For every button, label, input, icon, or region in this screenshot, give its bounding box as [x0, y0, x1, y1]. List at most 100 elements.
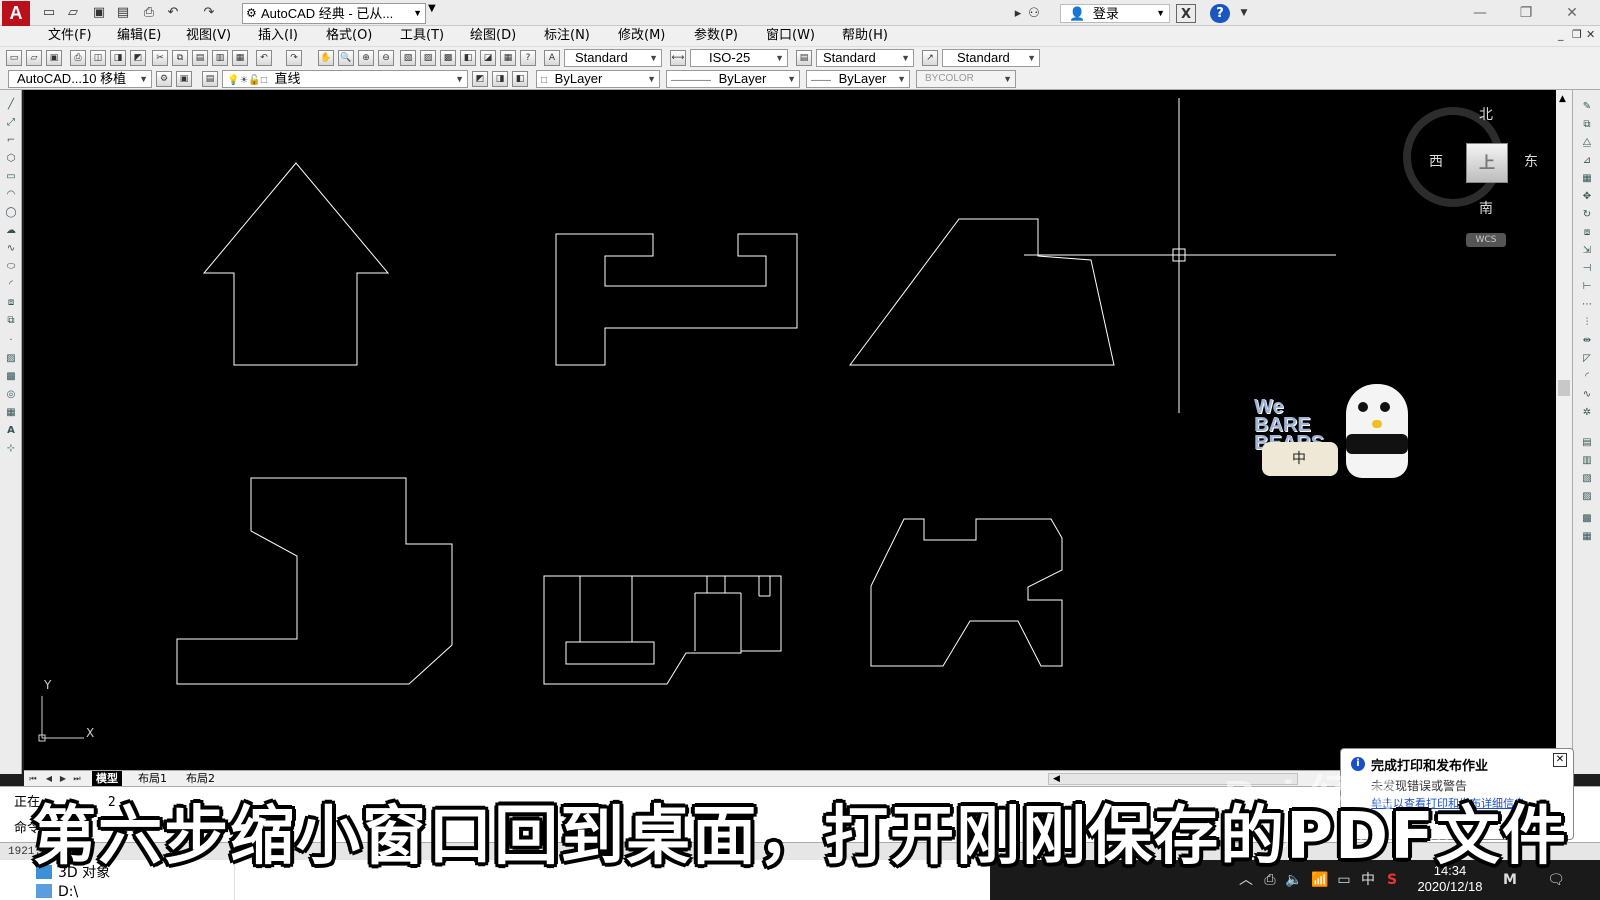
- maximize-button[interactable]: ❐: [1506, 2, 1546, 24]
- design-center-icon[interactable]: ▨: [420, 50, 436, 66]
- save-icon[interactable]: ▣: [90, 4, 108, 22]
- vertical-scrollbar[interactable]: ▲: [1556, 90, 1572, 770]
- help-icon[interactable]: ?: [520, 50, 536, 66]
- close-icon[interactable]: ✕: [1553, 753, 1567, 767]
- add-selected-icon[interactable]: ⊹: [3, 442, 19, 456]
- text-style-select[interactable]: Standard ▼: [564, 49, 662, 67]
- match-properties-icon[interactable]: ▥: [212, 50, 228, 66]
- color-select[interactable]: □ ByLayer ▼: [536, 70, 660, 88]
- zoom-previous-icon[interactable]: ⊖: [378, 50, 394, 66]
- polyline-icon[interactable]: ⌐: [3, 134, 19, 148]
- insert-block-icon[interactable]: ⧈: [3, 296, 19, 310]
- copy-icon[interactable]: ⧉: [172, 50, 188, 66]
- scroll-thumb[interactable]: [1558, 380, 1570, 396]
- zoom-realtime-icon[interactable]: 🔍: [338, 50, 354, 66]
- saveas-icon[interactable]: ▤: [114, 4, 132, 22]
- 3d-print-icon[interactable]: ◩: [130, 50, 146, 66]
- save-icon[interactable]: ▣: [46, 50, 62, 66]
- construction-line-icon[interactable]: ⤢: [3, 116, 19, 130]
- table-icon[interactable]: ▦: [3, 406, 19, 420]
- make-block-icon[interactable]: ⧉: [3, 314, 19, 328]
- viewcube-east[interactable]: 东: [1524, 151, 1538, 171]
- binoculars-icon[interactable]: ⚇: [1024, 4, 1044, 23]
- signin-field[interactable]: 👤 登录 ▼: [1060, 4, 1170, 23]
- region-icon[interactable]: ◎: [3, 388, 19, 402]
- close-button[interactable]: ✕: [1552, 2, 1592, 24]
- multileader-style-select[interactable]: Standard ▼: [942, 49, 1040, 67]
- dim-style-icon[interactable]: ⟷: [670, 50, 686, 66]
- copy-object-icon[interactable]: ⧉: [1579, 118, 1595, 132]
- customize-icon[interactable]: ▣: [176, 71, 192, 87]
- draw-order-icon[interactable]: ▤: [1579, 436, 1595, 450]
- hatch-icon[interactable]: ▨: [3, 352, 19, 366]
- menu-insert[interactable]: 插入(I): [258, 26, 298, 46]
- exchange-icon[interactable]: X: [1176, 4, 1196, 23]
- multileader-style-icon[interactable]: ↗: [922, 50, 938, 66]
- tool-palettes-icon[interactable]: ▩: [440, 50, 456, 66]
- redo-icon[interactable]: ↷: [200, 4, 218, 22]
- menu-parametric[interactable]: 参数(P): [694, 26, 738, 46]
- application-menu-button[interactable]: A: [2, 1, 30, 27]
- trim-icon[interactable]: ⊣: [1579, 262, 1595, 276]
- doc-minimize-button[interactable]: _: [1558, 28, 1564, 41]
- block-editor-icon[interactable]: ▦: [232, 50, 248, 66]
- workspace-switcher[interactable]: ⚙ AutoCAD 经典 - 已从... ▼: [242, 3, 426, 24]
- first-tab-icon[interactable]: ⏮: [26, 772, 40, 785]
- hatch-back-icon[interactable]: ▦: [1579, 530, 1595, 544]
- menu-format[interactable]: 格式(O): [326, 26, 372, 46]
- undo-icon[interactable]: ↶: [164, 4, 182, 22]
- layer-select[interactable]: 💡☀🔓□ 直线 ▼: [222, 70, 468, 88]
- layer-properties-icon[interactable]: ▤: [202, 71, 218, 87]
- make-current-icon[interactable]: ◩: [472, 71, 488, 87]
- send-back-icon[interactable]: ▧: [1579, 472, 1595, 486]
- print-icon[interactable]: ⎙: [140, 4, 158, 22]
- undo-icon[interactable]: ↶: [256, 50, 272, 66]
- array-icon[interactable]: ▦: [1579, 172, 1595, 186]
- scale-icon[interactable]: ⧈: [1579, 226, 1595, 240]
- menu-dimension[interactable]: 标注(N): [544, 26, 590, 46]
- line-icon[interactable]: ╱: [3, 98, 19, 112]
- plot-preview-icon[interactable]: ◫: [90, 50, 106, 66]
- move-icon[interactable]: ✥: [1579, 190, 1595, 204]
- fillet-icon[interactable]: ◜: [1579, 370, 1595, 384]
- chamfer-icon[interactable]: ◸: [1579, 352, 1595, 366]
- pan-icon[interactable]: ✋: [318, 50, 334, 66]
- viewcube-north[interactable]: 北: [1479, 104, 1493, 124]
- break-icon[interactable]: ⫶: [1579, 316, 1595, 330]
- explorer-item-drive-d[interactable]: D:\: [36, 884, 78, 900]
- last-tab-icon[interactable]: ⏭: [70, 772, 84, 785]
- viewcube-west[interactable]: 西: [1429, 151, 1443, 171]
- viewcube-top-face[interactable]: 上: [1466, 143, 1508, 183]
- dim-style-select[interactable]: ISO-25 ▼: [690, 49, 788, 67]
- erase-icon[interactable]: ✎: [1579, 100, 1595, 114]
- menu-window[interactable]: 窗口(W): [766, 26, 815, 46]
- open-icon[interactable]: ▱: [26, 50, 42, 66]
- calculator-icon[interactable]: ▦: [500, 50, 516, 66]
- rectangle-icon[interactable]: ▭: [3, 170, 19, 184]
- ellipse-arc-icon[interactable]: ◜: [3, 278, 19, 292]
- workspace-select[interactable]: AutoCAD...10 移植 ▼: [8, 70, 152, 88]
- zoom-window-icon[interactable]: ⊕: [358, 50, 374, 66]
- offset-icon[interactable]: ⊿: [1579, 154, 1595, 168]
- workspace-settings-icon[interactable]: ⚙: [156, 71, 172, 87]
- menu-view[interactable]: 视图(V): [186, 26, 231, 46]
- drawing-area[interactable]: Y X We BARE BEARS 中: [24, 90, 1556, 770]
- scroll-up-icon[interactable]: ▲: [1559, 94, 1566, 104]
- redo-icon[interactable]: ↷: [286, 50, 302, 66]
- cut-icon[interactable]: ✂: [152, 50, 168, 66]
- viewcube-wcs-menu[interactable]: WCS: [1466, 233, 1506, 247]
- gradient-icon[interactable]: ▩: [3, 370, 19, 384]
- linetype-select[interactable]: ———— ByLayer ▼: [666, 70, 800, 88]
- menu-modify[interactable]: 修改(M): [618, 26, 665, 46]
- revision-cloud-icon[interactable]: ☁: [3, 224, 19, 238]
- layer-previous-icon[interactable]: ◨: [492, 71, 508, 87]
- viewcube-south[interactable]: 南: [1479, 198, 1493, 218]
- markup-icon[interactable]: ◪: [480, 50, 496, 66]
- break-at-point-icon[interactable]: ⋯: [1579, 298, 1595, 312]
- sheet-set-icon[interactable]: ◧: [460, 50, 476, 66]
- multiline-text-icon[interactable]: A: [3, 424, 19, 438]
- scroll-left-icon[interactable]: ◀: [1053, 774, 1060, 784]
- arc-icon[interactable]: ◠: [3, 188, 19, 202]
- explode-icon[interactable]: ✲: [1579, 406, 1595, 420]
- menu-file[interactable]: 文件(F): [48, 26, 92, 46]
